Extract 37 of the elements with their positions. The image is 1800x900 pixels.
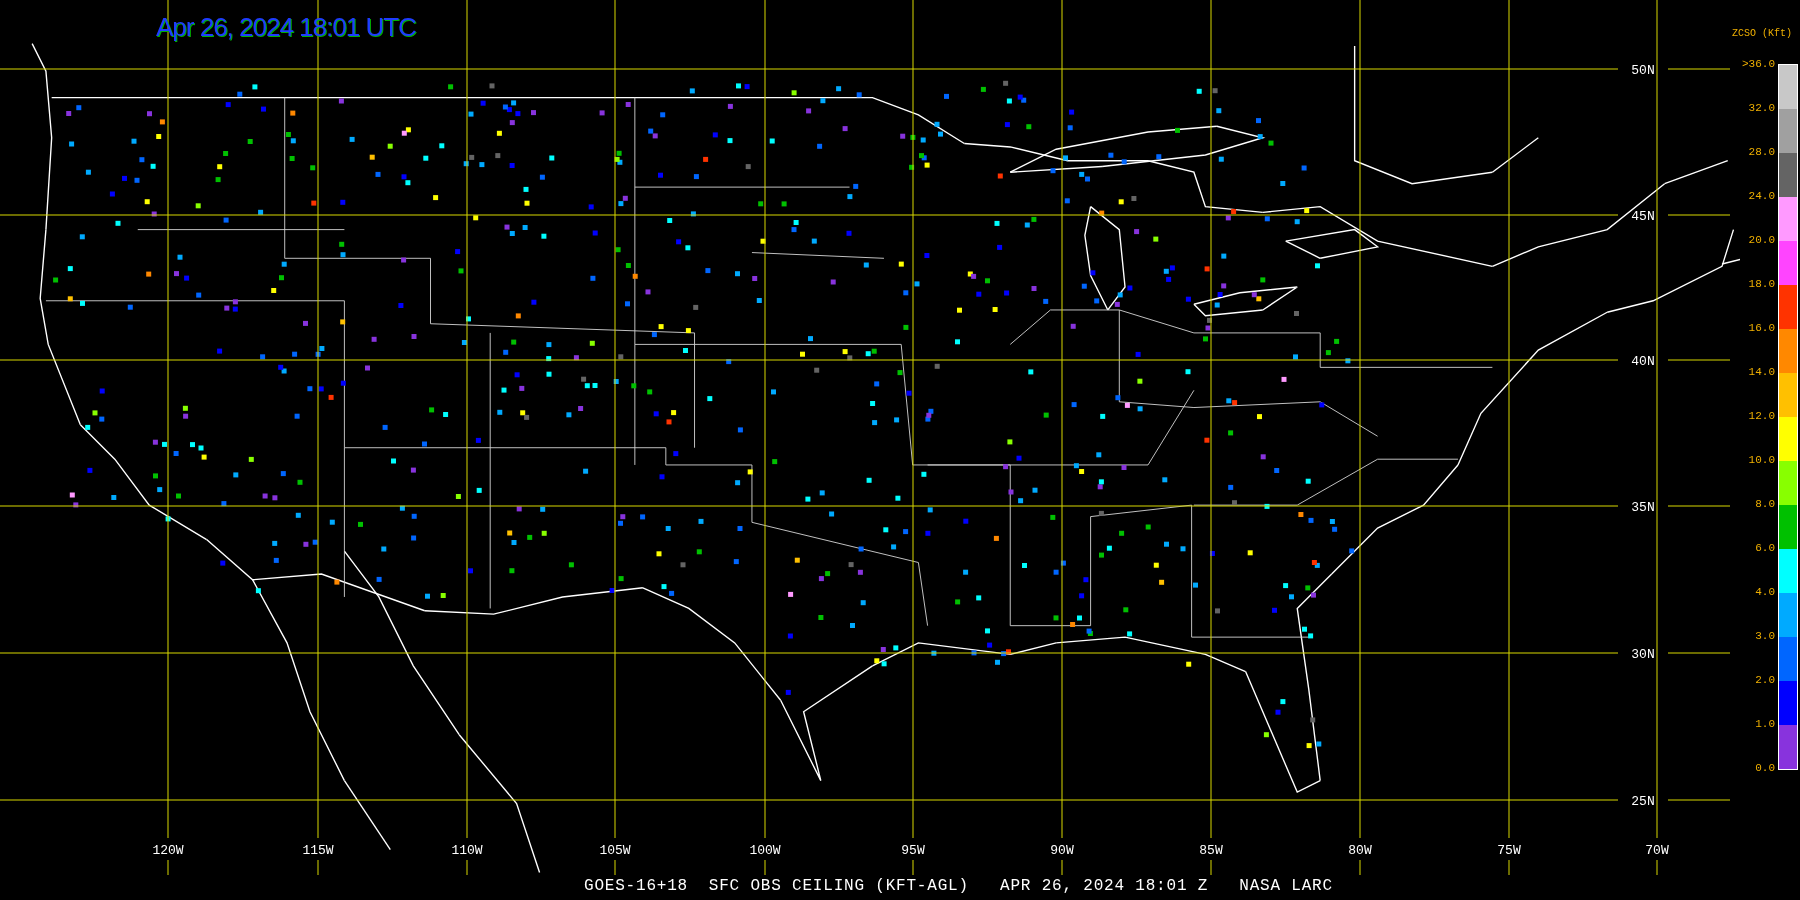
longitude-label: 110W	[451, 843, 483, 858]
legend-label: 3.0	[1754, 629, 1776, 644]
legend-title: ZCSO (Kft)	[1732, 28, 1793, 41]
latitude-label: 45N	[1631, 209, 1655, 224]
longitude-label: 70W	[1645, 843, 1669, 858]
legend-label: 24.0	[1747, 189, 1776, 204]
legend-label: 16.0	[1747, 321, 1776, 336]
latitude-label: 50N	[1631, 63, 1655, 78]
legend-label: 14.0	[1747, 365, 1776, 380]
legend-label: 10.0	[1747, 453, 1776, 468]
longitude-label: 115W	[302, 843, 334, 858]
legend-label: 28.0	[1747, 145, 1776, 160]
legend-label: 18.0	[1747, 277, 1776, 292]
legend-label: 8.0	[1754, 497, 1776, 512]
legend-label: >36.0	[1741, 57, 1776, 72]
longitude-label: 120W	[152, 843, 184, 858]
latitude-label: 25N	[1631, 794, 1655, 809]
legend-label: 6.0	[1754, 541, 1776, 556]
longitude-label: 75W	[1497, 843, 1521, 858]
longitude-label: 85W	[1199, 843, 1223, 858]
latitude-label: 30N	[1631, 647, 1655, 662]
longitude-label: 80W	[1348, 843, 1372, 858]
legend-label: 12.0	[1747, 409, 1776, 424]
longitude-label: 95W	[901, 843, 925, 858]
legend-label: 32.0	[1747, 101, 1776, 116]
legend-label: 1.0	[1754, 717, 1776, 732]
longitude-label: 105W	[599, 843, 631, 858]
legend-label: 2.0	[1754, 673, 1776, 688]
longitude-label: 100W	[749, 843, 781, 858]
footer-caption: GOES-16+18 SFC OBS CEILING (KFT-AGL) APR 26, 2024 18:01 Z NASA LARC	[584, 877, 1333, 895]
legend-label: 0.0	[1754, 761, 1776, 776]
legend-label: 20.0	[1747, 233, 1776, 248]
legend-label: 4.0	[1754, 585, 1776, 600]
map-title: Apr 26, 2024 18:01 UTC	[156, 12, 416, 43]
longitude-label: 90W	[1050, 843, 1074, 858]
latitude-label: 40N	[1631, 354, 1655, 369]
latitude-label: 35N	[1631, 500, 1655, 515]
